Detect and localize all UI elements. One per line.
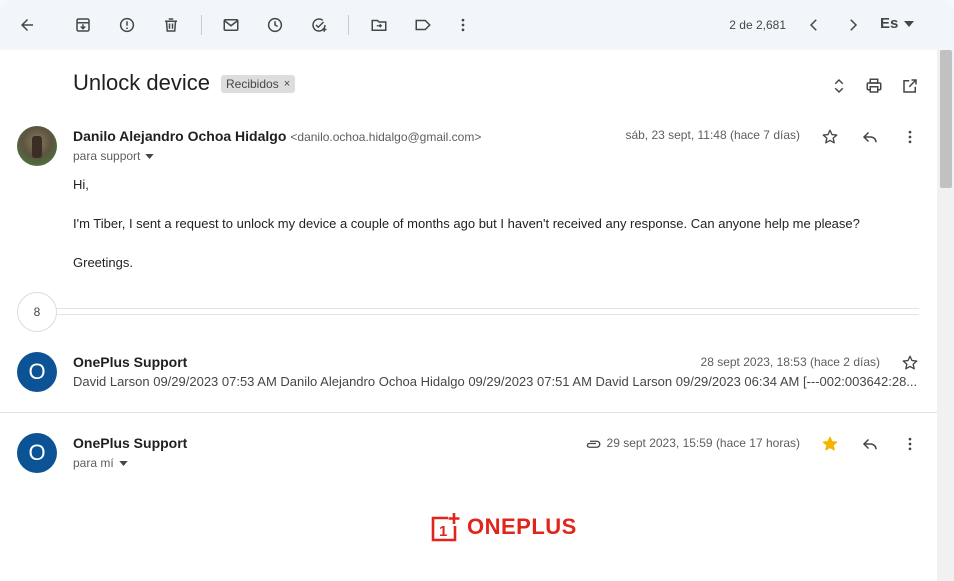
avatar[interactable]: O [17, 433, 57, 473]
message-body-line: Hi, [73, 177, 89, 192]
delete-icon[interactable] [155, 9, 187, 41]
recipient-text: para support [73, 149, 141, 163]
toolbar-divider [201, 15, 202, 35]
reply-icon[interactable] [859, 433, 881, 455]
expand-collapse-icon[interactable] [827, 74, 851, 98]
message-body-line: Greetings. [73, 255, 133, 270]
message-date: 29 sept 2023, 15:59 (hace 17 horas) [606, 436, 800, 450]
avatar[interactable] [17, 126, 57, 166]
move-to-folder-icon[interactable] [363, 9, 395, 41]
recipient-details[interactable]: para mí [73, 456, 128, 470]
back-arrow-icon[interactable] [11, 9, 43, 41]
scrollbar-thumb[interactable] [940, 50, 952, 188]
language-label: Es [880, 15, 899, 32]
print-icon[interactable] [862, 74, 886, 98]
label-icon[interactable] [407, 9, 439, 41]
more-vert-icon[interactable] [899, 433, 921, 455]
oneplus-logo-text: ONEPLUS [467, 514, 577, 539]
message-snippet[interactable]: David Larson 09/29/2023 07:53 AM Danilo … [73, 374, 921, 389]
attachment-icon [584, 436, 602, 454]
toolbar: 2 de 2,681 Es [0, 0, 954, 50]
oneplus-mark-icon: 1 [431, 513, 460, 542]
toolbar-divider [348, 15, 349, 35]
divider [20, 308, 919, 309]
message-pane: Unlock device Recibidos × Danilo Alejand… [0, 50, 937, 581]
star-icon[interactable] [819, 126, 841, 148]
chevron-right-icon[interactable] [837, 9, 869, 41]
recipient-details[interactable]: para support [73, 149, 155, 163]
reply-icon[interactable] [859, 126, 881, 148]
dropdown-arrow-icon [145, 153, 155, 159]
message-date: sáb, 23 sept, 11:48 (hace 7 días) [625, 128, 800, 142]
open-new-window-icon[interactable] [898, 74, 922, 98]
sender-name: OnePlus Support [73, 435, 188, 451]
language-selector[interactable]: Es [880, 15, 915, 32]
sender-name-text: Danilo Alejandro Ochoa Hidalgo [73, 128, 287, 144]
more-vert-icon[interactable] [447, 9, 479, 41]
snooze-clock-icon[interactable] [259, 9, 291, 41]
divider [20, 314, 919, 315]
chevron-left-icon[interactable] [798, 9, 830, 41]
label-chip-text: Recibidos [226, 77, 279, 91]
sender-email: <danilo.ochoa.hidalgo@gmail.com> [290, 130, 482, 144]
dropdown-arrow-icon [119, 460, 128, 466]
recipient-text: para mí [73, 456, 114, 470]
pager-count: 2 de 2,681 [729, 18, 786, 32]
collapsed-messages-count[interactable]: 8 [17, 292, 57, 332]
message-body-line: I'm Tiber, I sent a request to unlock my… [73, 216, 860, 231]
star-icon[interactable] [899, 352, 921, 374]
report-spam-icon[interactable] [111, 9, 143, 41]
oneplus-mark-digit: 1 [439, 523, 447, 540]
starred-icon[interactable] [819, 433, 841, 455]
sender-name: OnePlus Support [73, 354, 188, 370]
oneplus-logo: 1 ONEPLUS [431, 512, 577, 542]
sender-name: Danilo Alejandro Ochoa Hidalgo <danilo.oc… [73, 128, 481, 144]
dropdown-arrow-icon [904, 20, 915, 27]
label-chip[interactable]: Recibidos × [221, 75, 296, 93]
message-date: 28 sept 2023, 18:53 (hace 2 días) [700, 355, 880, 369]
add-task-icon[interactable] [303, 9, 335, 41]
mark-unread-icon[interactable] [215, 9, 247, 41]
thread-subject: Unlock device [73, 70, 210, 95]
divider [0, 412, 937, 413]
archive-icon[interactable] [67, 9, 99, 41]
more-vert-icon[interactable] [899, 126, 921, 148]
remove-label-icon[interactable]: × [284, 78, 290, 90]
avatar[interactable]: O [17, 352, 57, 392]
